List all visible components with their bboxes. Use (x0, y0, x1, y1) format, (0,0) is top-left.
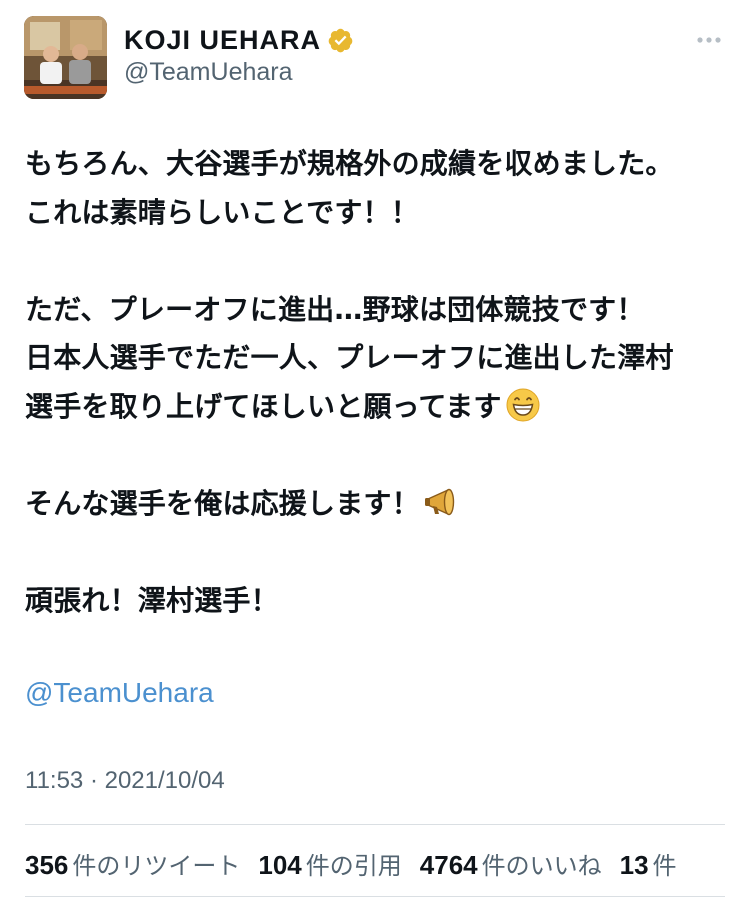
tweet-line: これは素晴らしいことです！！ (25, 195, 419, 229)
tweet-line: 日本人選手でただ一人、プレーオフに進出した澤村 (25, 341, 674, 374)
tweet-line: ただ、プレーオフに進出…野球は団体競技です！ (25, 292, 645, 326)
bookmark-label: 件 (652, 851, 677, 880)
quote-label: 件の引用 (305, 851, 402, 880)
tweet-line: そんな選手を俺は応援します！ (25, 486, 420, 520)
author-name-row[interactable]: KOJI UEHARA (124, 22, 354, 58)
tweet-card: KOJI UEHARA @TeamUehara もちろん、大谷選手が規格外の成績… (0, 0, 750, 901)
tweet-line: 頑張れ！澤村選手！ (25, 583, 279, 617)
retweet-label: 件のリツイート (72, 851, 241, 880)
tweet-line-break (25, 528, 735, 577)
like-label: 件のいいね (481, 851, 602, 880)
tweet-line: 選手を取り上げてほしいと願ってます (25, 389, 502, 423)
mention-link[interactable]: @TeamUehara (25, 677, 214, 709)
grinning-face-emoji (506, 388, 540, 421)
bookmark-count: 13 (619, 849, 649, 880)
tweet-line-with-emoji: そんな選手を俺は応援します！ (25, 480, 735, 529)
author-display-name[interactable]: KOJI UEHARA (124, 25, 321, 56)
avatar[interactable] (24, 16, 107, 99)
like-count: 4764 (419, 849, 478, 880)
more-options-icon[interactable] (694, 30, 724, 50)
likes-stat[interactable]: 4764 件のいいね (420, 846, 602, 881)
retweets-stat[interactable]: 356 件のリツイート (25, 846, 240, 881)
tweet-timestamp[interactable]: 11:53 · 2021/10/04 (25, 767, 225, 795)
tweet-line-break (25, 431, 735, 480)
engagement-stats: 356 件のリツイート 104 件の引用 4764 件のいいね 13 件 (25, 843, 695, 883)
divider (25, 824, 725, 825)
tweet-text: もちろん、大谷選手が規格外の成績を収めました。 これは素晴らしいことです！！ た… (25, 140, 735, 625)
tweet-line-break (25, 237, 735, 286)
megaphone-emoji (424, 488, 455, 515)
quote-count: 104 (258, 849, 302, 880)
quotes-stat[interactable]: 104 件の引用 (258, 846, 401, 881)
retweet-count: 356 (25, 849, 69, 880)
verified-badge-icon (328, 28, 353, 52)
tweet-line-with-emoji: 選手を取り上げてほしいと願ってます (25, 383, 735, 432)
bookmarks-stat[interactable]: 13 件 (620, 846, 677, 881)
tweet-line: もちろん、大谷選手が規格外の成績を収めました。 (25, 147, 674, 180)
author-handle[interactable]: @TeamUehara (124, 58, 293, 87)
divider (25, 896, 725, 897)
